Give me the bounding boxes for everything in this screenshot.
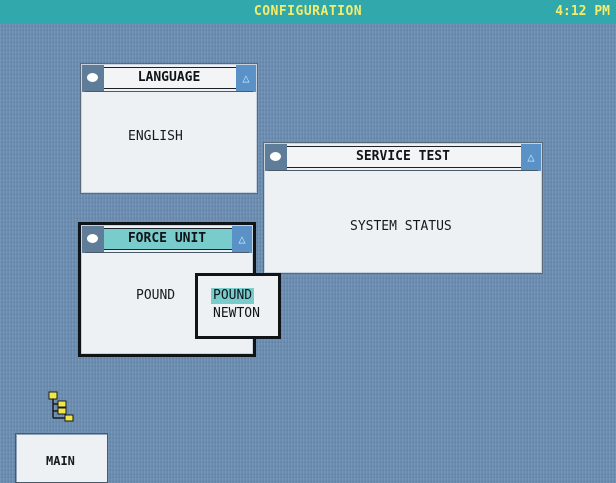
main-button[interactable]: MAIN <box>15 433 108 483</box>
maximize-icon: △ <box>238 232 246 246</box>
screen-title: CONFIGURATION <box>253 4 363 19</box>
service-test-window-header[interactable]: SERVICE TEST △ <box>265 144 541 171</box>
maximize-icon: △ <box>527 150 535 164</box>
window-title: SERVICE TEST <box>356 149 450 164</box>
force-unit-value[interactable]: POUND <box>136 288 175 303</box>
header-divider <box>85 91 253 92</box>
maximize-button[interactable]: △ <box>236 65 256 92</box>
maximize-button[interactable]: △ <box>232 226 252 253</box>
service-test-window[interactable]: SERVICE TEST △ SYSTEM STATUS <box>263 142 543 274</box>
title-bar: CONFIGURATION 4:12 PM <box>0 0 616 24</box>
option-pound[interactable]: POUND <box>211 288 255 304</box>
option-newton[interactable]: NEWTON <box>211 306 262 322</box>
maximize-button[interactable]: △ <box>521 144 541 171</box>
language-window-header[interactable]: LANGUAGE △ <box>82 65 256 92</box>
main-button-label: MAIN <box>46 454 75 468</box>
tree-icon[interactable] <box>47 391 79 423</box>
header-divider <box>85 252 249 253</box>
force-unit-window-header[interactable]: FORCE UNIT △ <box>82 226 252 253</box>
force-unit-dropdown[interactable]: POUND NEWTON <box>195 273 281 339</box>
window-title: LANGUAGE <box>137 70 201 85</box>
clock: 4:12 PM <box>555 4 610 19</box>
header-divider <box>268 170 538 171</box>
maximize-icon: △ <box>242 71 250 85</box>
system-status-item[interactable]: SYSTEM STATUS <box>350 219 452 234</box>
window-title: FORCE UNIT <box>127 231 207 246</box>
language-value[interactable]: ENGLISH <box>128 129 183 144</box>
language-window[interactable]: LANGUAGE △ ENGLISH <box>80 63 258 194</box>
